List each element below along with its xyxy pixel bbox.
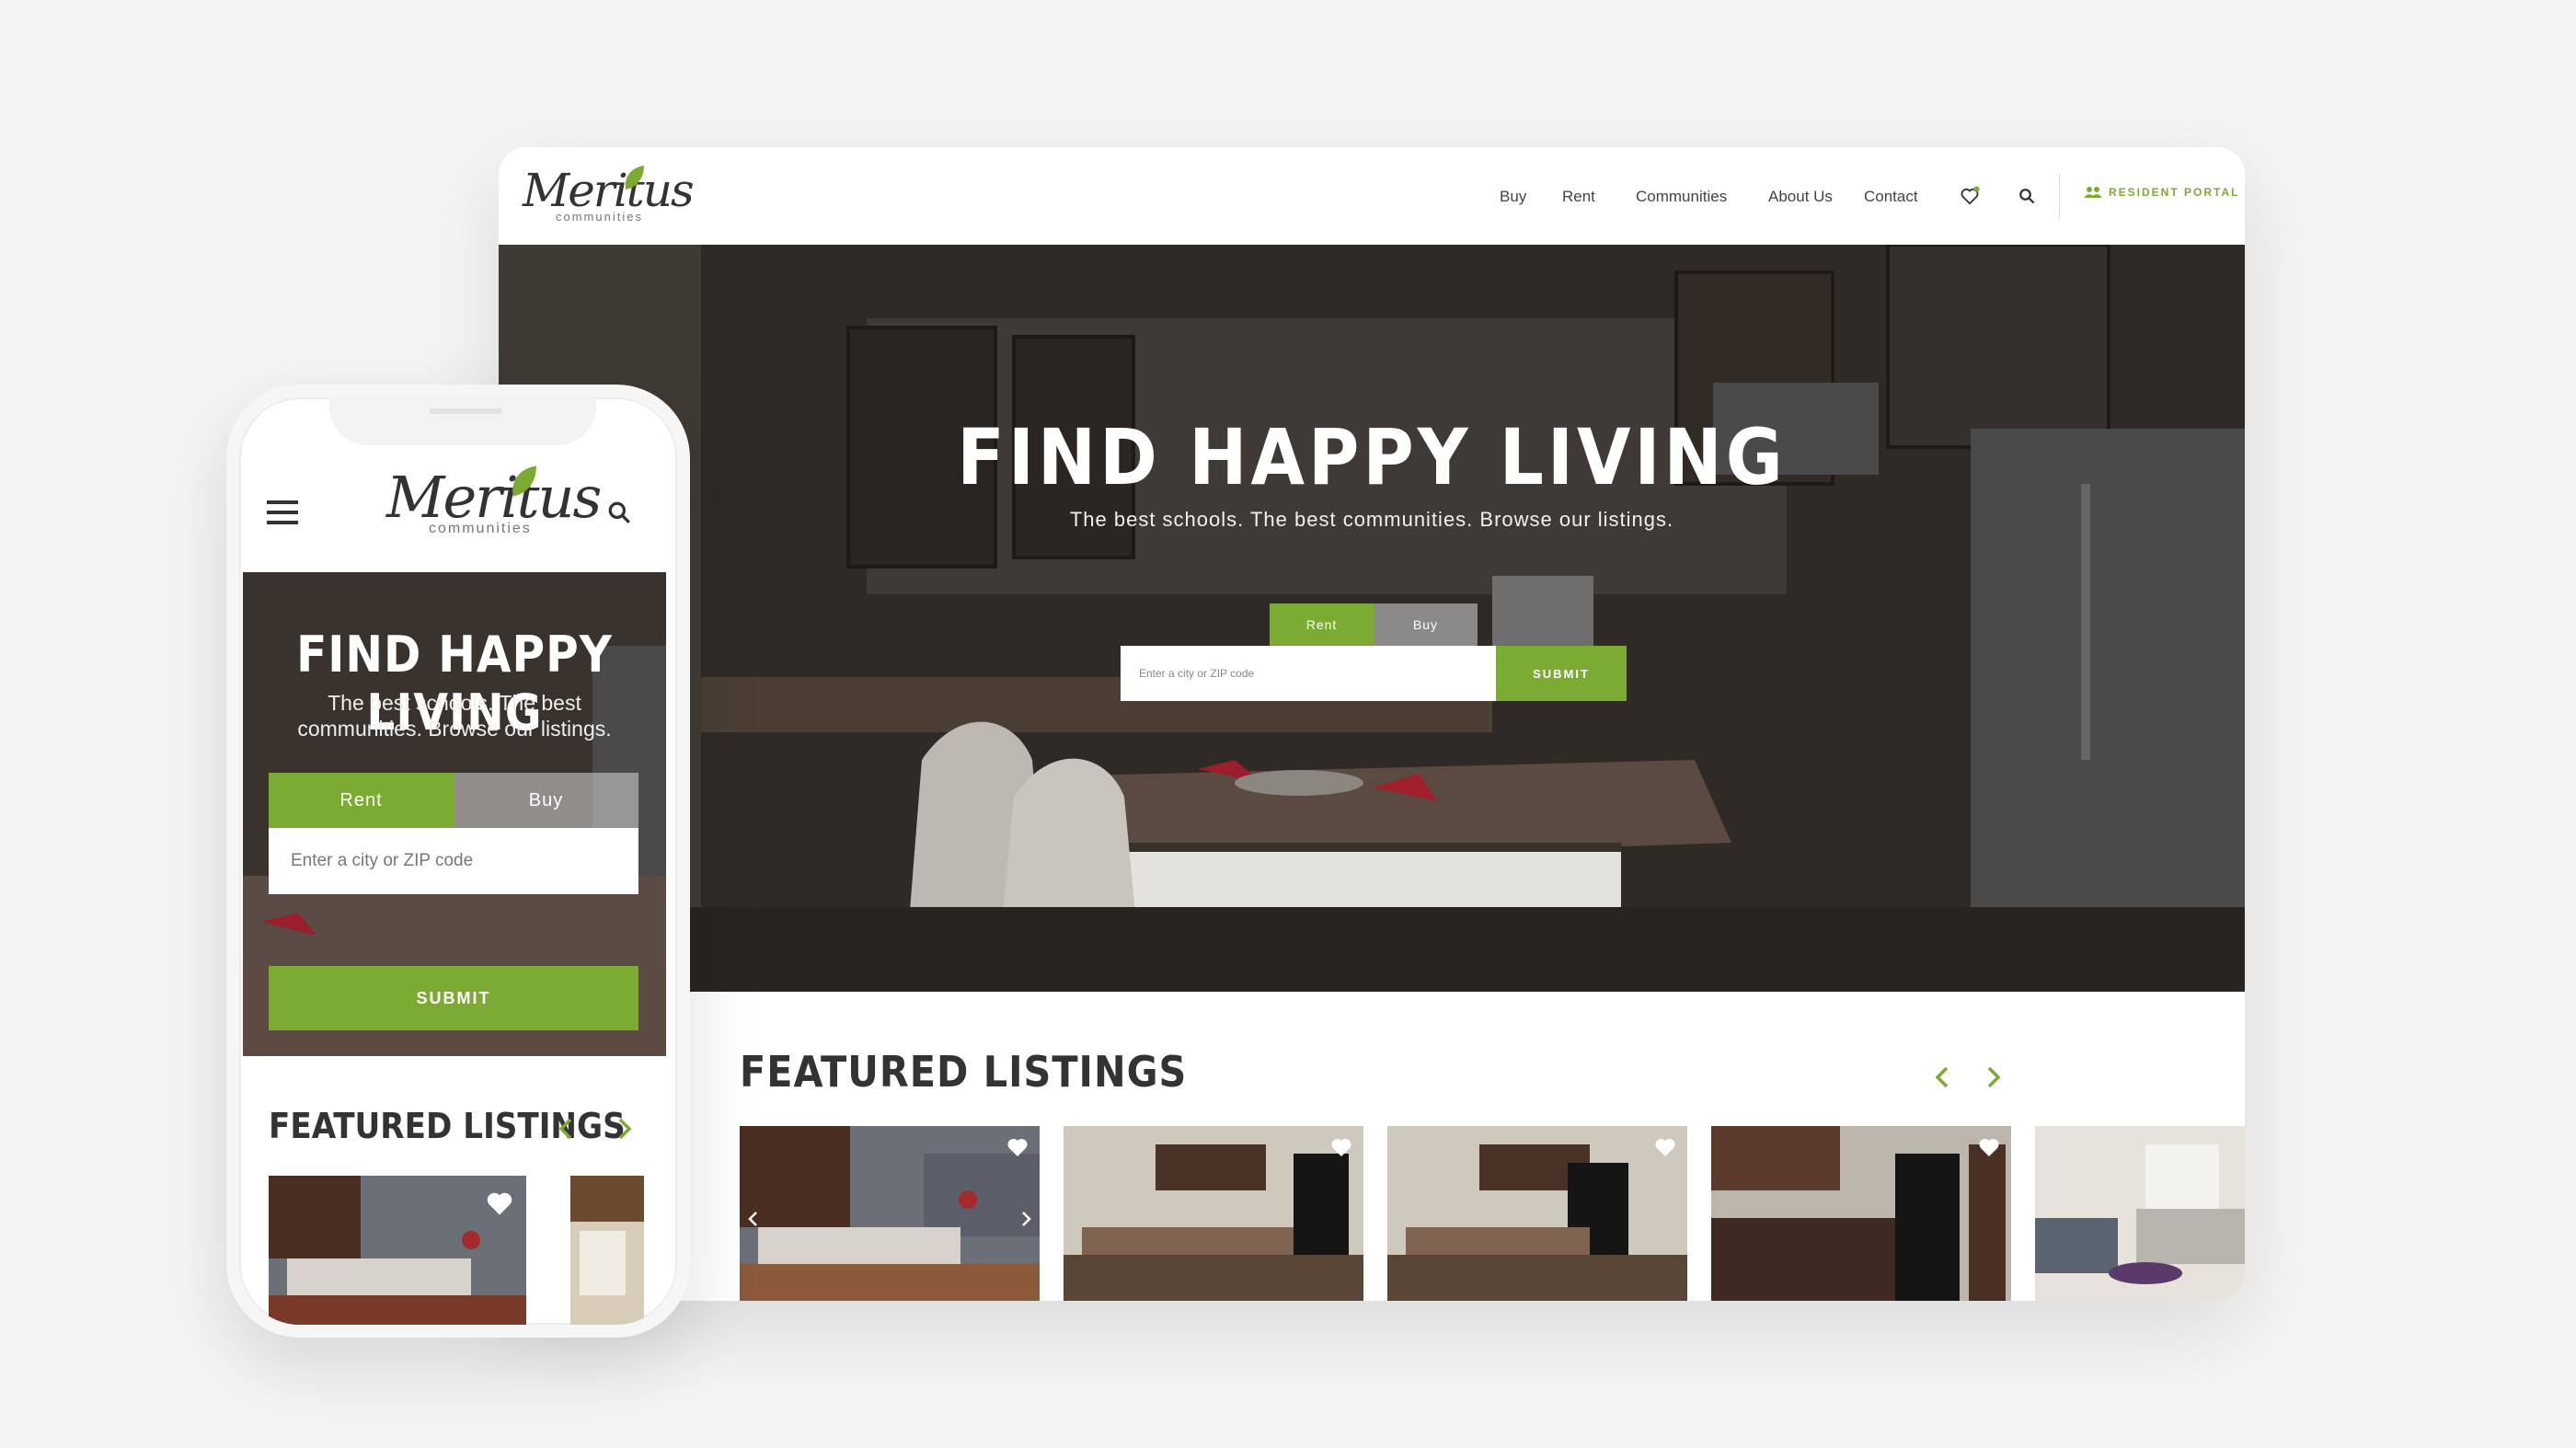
mobile-search-type-tabs: Rent Buy (269, 773, 638, 828)
favorite-heart-icon[interactable] (1006, 1137, 1029, 1157)
listing-photo (1064, 1126, 1363, 1301)
nav-divider (2059, 173, 2060, 219)
hero-title: FIND HAPPY LIVING (957, 412, 1787, 502)
nav-communities[interactable]: Communities (1636, 188, 1727, 206)
listing-photo (1387, 1126, 1687, 1301)
desktop-navbar: Meritus communities Buy Rent Communities… (499, 147, 2245, 245)
residents-icon (2085, 187, 2101, 198)
tab-rent[interactable]: Rent (1270, 603, 1374, 646)
mobile-hero-subtitle: The best schools. The best communities. … (297, 691, 612, 741)
listing-card[interactable] (1387, 1126, 1687, 1301)
chevron-right-icon[interactable] (611, 1115, 638, 1143)
mobile-mockup: Meritus communities FIND HAPPY LIVING Th… (226, 385, 690, 1338)
listing-photo (2035, 1126, 2245, 1301)
menu-icon[interactable] (267, 500, 298, 524)
favorite-heart-icon[interactable] (486, 1190, 513, 1216)
logo-subtitle: communities (429, 521, 532, 536)
site-logo[interactable]: Meritus communities (386, 464, 602, 546)
phone-speaker (429, 408, 502, 414)
phone-notch (329, 397, 596, 445)
listing-card[interactable] (1064, 1126, 1363, 1301)
mobile-header: Meritus communities (239, 445, 677, 572)
logo-subtitle: communities (556, 210, 643, 224)
chevron-left-icon[interactable] (1928, 1063, 1956, 1091)
listing-photo (570, 1176, 644, 1325)
featured-listings-title: FEATURED LISTINGS (740, 1047, 1188, 1097)
favorite-heart-icon[interactable] (1654, 1137, 1676, 1157)
nav-contact[interactable]: Contact (1864, 188, 1918, 206)
listing-card[interactable] (2035, 1126, 2245, 1301)
search-type-tabs: Rent Buy (1270, 603, 1478, 646)
tab-buy[interactable]: Buy (454, 773, 638, 828)
listing-card[interactable] (570, 1176, 644, 1325)
search-icon[interactable] (2013, 182, 2041, 210)
leaf-icon (625, 166, 644, 190)
mobile-hero-banner: FIND HAPPY LIVING The best schools. The … (243, 572, 666, 1056)
tab-buy[interactable]: Buy (1374, 603, 1478, 646)
chevron-left-icon[interactable] (552, 1115, 580, 1143)
favorites-heart-icon[interactable] (1956, 182, 1984, 210)
site-logo[interactable]: Meritus communities (523, 164, 695, 228)
listing-photo (1711, 1126, 2011, 1301)
listing-card[interactable] (1711, 1126, 2011, 1301)
next-photo-icon[interactable] (1021, 1211, 1032, 1227)
listing-photo (740, 1126, 1040, 1301)
chevron-right-icon[interactable] (1980, 1063, 2007, 1091)
leaf-icon (512, 465, 536, 497)
submit-button[interactable]: SUBMIT (1496, 646, 1627, 701)
nav-about-us[interactable]: About Us (1768, 188, 1833, 206)
mobile-location-search-input[interactable]: Enter a city or ZIP code (269, 828, 638, 894)
tab-rent[interactable]: Rent (269, 773, 454, 828)
listing-card[interactable] (269, 1176, 526, 1325)
resident-portal-label: RESIDENT PORTAL (2109, 186, 2240, 199)
nav-buy[interactable]: Buy (1500, 188, 1526, 206)
mobile-submit-button[interactable]: SUBMIT (269, 966, 638, 1030)
favorite-heart-icon[interactable] (1330, 1137, 1352, 1157)
hero-banner: FIND HAPPY LIVING The best schools. The … (499, 245, 2245, 992)
search-icon[interactable] (607, 500, 631, 524)
listing-card[interactable] (740, 1126, 1040, 1301)
desktop-mockup: Meritus communities Buy Rent Communities… (499, 147, 2245, 1301)
prev-photo-icon[interactable] (747, 1211, 758, 1227)
resident-portal-link[interactable]: RESIDENT PORTAL (2085, 186, 2239, 199)
nav-rent[interactable]: Rent (1562, 188, 1595, 206)
hero-subtitle: The best schools. The best communities. … (1069, 508, 1674, 531)
location-search-input[interactable]: Enter a city or ZIP code (1121, 646, 1496, 701)
favorite-heart-icon[interactable] (1978, 1137, 2000, 1157)
